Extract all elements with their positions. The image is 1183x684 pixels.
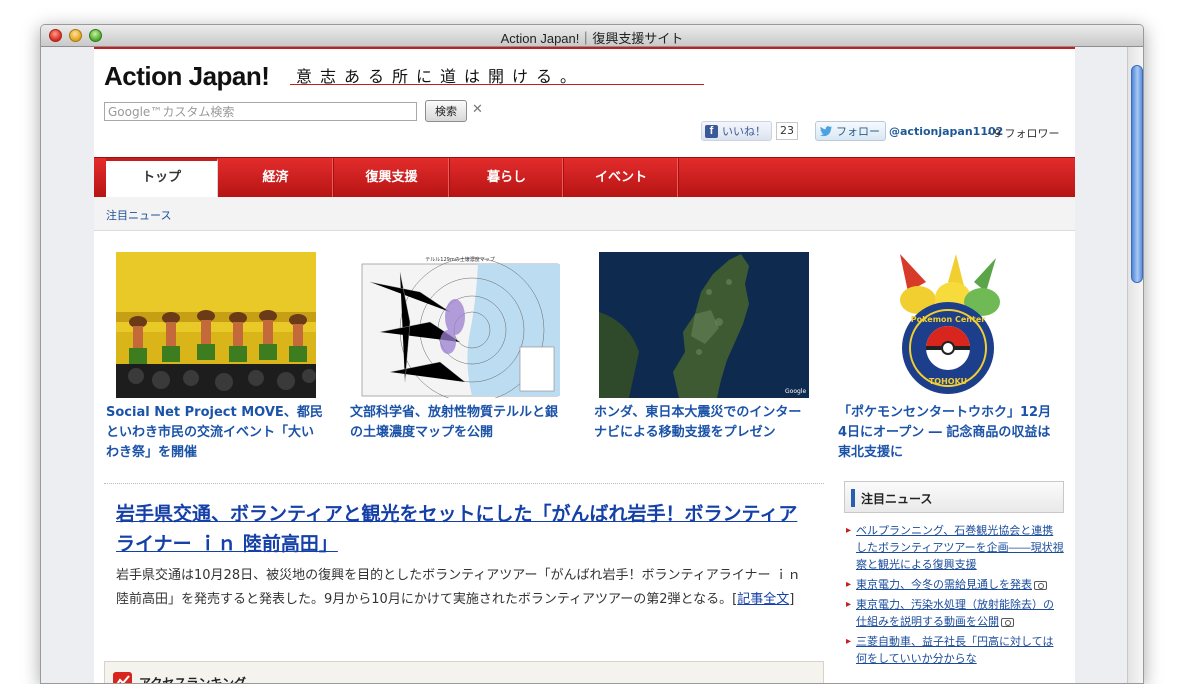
feature-card-2[interactable]: テルル129mの土壌濃度マップ 文部科学省、放射性物質テルルと銀の土壌濃度マップ… (350, 252, 570, 443)
follower-count: · 9 フォロワー (987, 127, 1060, 140)
sidebar-news-item[interactable]: ▸ 三菱自動車、益子社長「円高に対しては何をしていいか分からな (846, 633, 1064, 667)
camera-icon (1034, 580, 1047, 590)
feature-title-4[interactable]: 「ポケモンセンタートウホク」12月4日にオープン ― 記念商品の収益は東北支援に (838, 403, 1058, 463)
feature-title-3[interactable]: ホンダ、東日本大震災でのインターナビによる移動支援をプレゼン (594, 403, 814, 443)
site-tagline: 意志ある所に道は開ける。 (290, 63, 704, 86)
sidebar-featured-header: 注目ニュース (844, 481, 1064, 513)
tab-economy[interactable]: 経済 (218, 158, 334, 198)
bullet-arrow-icon: ▸ (846, 599, 852, 610)
trend-chart-icon (113, 672, 132, 683)
lead-article-text: 岩手県交通は10月28日、被災地の復興を目的としたボランティアツアー「がんばれ岩… (116, 568, 801, 607)
vertical-scrollbar[interactable] (1127, 47, 1143, 683)
feature-title-2[interactable]: 文部科学省、放射性物質テルルと銀の土壌濃度マップを公開 (350, 403, 570, 443)
sidebar-news-item[interactable]: ▸ 東京電力、今冬の需給見通しを発表 (846, 576, 1064, 593)
badge-text-top: Pokemon Center (911, 315, 985, 324)
facebook-like-button[interactable]: f いいね！ (701, 121, 772, 141)
access-ranking-panel: アクセスランキング (104, 661, 824, 684)
sidebar-featured-title: 注目ニュース (861, 492, 933, 506)
sidebar-news-item[interactable]: ▸ ベルプランニング、石巻観光協会と連携したボランティアツアーを企画――現状視察と… (846, 522, 1064, 573)
subnav-featured-news-link[interactable]: 注目ニュース (106, 207, 171, 223)
feature-card-4[interactable]: Pokemon Center TOHOKU 「ポケモンセンタートウホク」12月4… (838, 252, 1058, 463)
read-more-link[interactable]: 記事全文 (737, 592, 789, 607)
feature-image-hula[interactable] (116, 252, 316, 398)
scrollbar-thumb[interactable] (1131, 65, 1143, 283)
bullet-arrow-icon: ▸ (846, 579, 852, 590)
twitter-bird-icon (819, 125, 833, 136)
page-viewport: Action Japan! 意志ある所に道は開ける。 検索 ✕ f いいね！ 2… (41, 47, 1127, 684)
title-bar[interactable]: Action Japan!｜復興支援サイト (41, 25, 1143, 47)
sidebar-news-list: ▸ ベルプランニング、石巻観光協会と連携したボランティアツアーを企画――現状視察と… (846, 522, 1064, 670)
page-content: Action Japan! 意志ある所に道は開ける。 検索 ✕ f いいね！ 2… (94, 47, 1075, 684)
feature-title-1[interactable]: Social Net Project MOVE、都民といわき市民の交流イベント「… (106, 403, 326, 463)
map-caption: テルル129mの土壌濃度マップ (425, 256, 494, 263)
main-navigation: トップ 経済 復興支援 暮らし イベント (94, 157, 1075, 198)
feature-image-pokemon-center[interactable]: Pokemon Center TOHOKU (878, 252, 1018, 398)
content-divider (104, 483, 824, 484)
like-label: いいね！ (722, 125, 766, 138)
feature-image-satellite-map[interactable]: Google (599, 252, 809, 398)
lead-article-title[interactable]: 岩手県交通、ボランティアと観光をセットにした「がんばれ岩手！ボランティアライナー… (116, 499, 816, 559)
sub-navigation: 注目ニュース (94, 197, 1075, 231)
sidebar-header-accent (851, 489, 855, 507)
google-watermark: Google (785, 388, 806, 395)
site-logo[interactable]: Action Japan! (104, 61, 270, 92)
bullet-arrow-icon: ▸ (846, 525, 852, 536)
tab-reconstruction-support[interactable]: 復興支援 (334, 158, 450, 198)
tab-top[interactable]: トップ (106, 158, 218, 198)
bullet-arrow-icon: ▸ (846, 636, 852, 647)
twitter-follow-button[interactable]: フォロー (815, 121, 886, 141)
feature-card-1[interactable]: Social Net Project MOVE、都民といわき市民の交流イベント「… (106, 252, 326, 463)
badge-text-bottom: TOHOKU (929, 377, 967, 386)
search-clear-icon[interactable]: ✕ (472, 102, 483, 117)
read-more-close: ] (789, 592, 795, 607)
tab-event[interactable]: イベント (564, 158, 679, 198)
window-title: Action Japan!｜復興支援サイト (500, 31, 684, 46)
browser-window: Action Japan!｜復興支援サイト Action Japan! 意志ある… (40, 24, 1144, 684)
search-button[interactable]: 検索 (425, 100, 467, 122)
sidebar-news-item[interactable]: ▸ 東京電力、汚染水処理（放射能除去）の仕組みを説明する動画を公開 (846, 596, 1064, 630)
facebook-icon: f (705, 124, 718, 138)
tab-living[interactable]: 暮らし (450, 158, 564, 198)
feature-image-soil-map[interactable]: テルル129mの土壌濃度マップ (360, 252, 560, 398)
follow-label: フォロー (836, 125, 880, 138)
search-input[interactable] (104, 102, 417, 121)
access-ranking-title: アクセスランキング (139, 676, 247, 684)
lead-article-body: 岩手県交通は10月28日、被災地の復興を目的としたボランティアツアー「がんばれ岩… (116, 564, 816, 612)
header-top-line (94, 47, 1075, 49)
feature-card-3[interactable]: Google ホンダ、東日本大震災でのインターナビによる移動支援をプレゼン (594, 252, 814, 443)
like-count: 23 (776, 122, 798, 140)
camera-icon (1001, 617, 1014, 627)
